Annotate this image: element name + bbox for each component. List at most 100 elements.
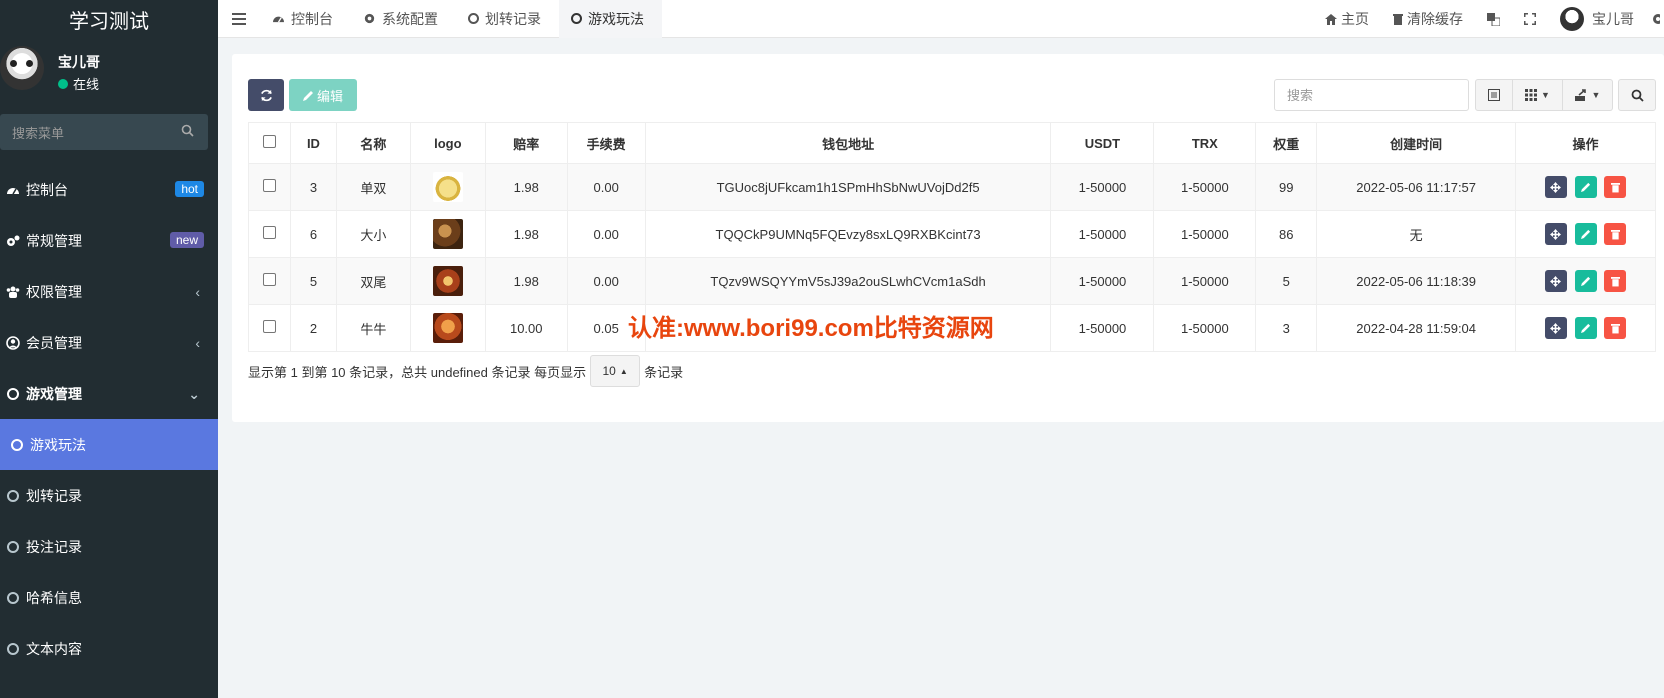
- game-logo-image[interactable]: [432, 219, 463, 249]
- cell-weight: 5: [1255, 257, 1318, 305]
- column-header[interactable]: 名称: [335, 122, 411, 164]
- row-checkbox[interactable]: [248, 210, 291, 258]
- cogs-icon: [6, 234, 20, 248]
- toggle-view-button[interactable]: [1475, 79, 1513, 111]
- sidebar-item-text[interactable]: 文本内容: [0, 623, 218, 674]
- clear-cache-label: 清除缓存: [1407, 11, 1463, 27]
- sidebar-item-dashboard[interactable]: 控制台 hot: [0, 164, 218, 215]
- column-header[interactable]: 权重: [1255, 122, 1318, 164]
- refresh-button[interactable]: [248, 79, 284, 111]
- caret-down-icon: ▼: [1541, 90, 1550, 100]
- row-checkbox[interactable]: [248, 163, 291, 211]
- cell-fee: 0.00: [566, 210, 646, 258]
- sidebar-item-hash[interactable]: 哈希信息: [0, 572, 218, 623]
- cell-weight: 3: [1255, 304, 1318, 352]
- column-header[interactable]: 钱包地址: [644, 122, 1052, 164]
- cell-odds: 1.98: [484, 210, 568, 258]
- delete-row-button[interactable]: [1604, 270, 1627, 292]
- top-right-actions: 主页 清除缓存 宝儿哥: [1313, 0, 1664, 38]
- columns-button[interactable]: ▼: [1513, 79, 1563, 111]
- user-menu[interactable]: 宝儿哥: [1548, 0, 1646, 38]
- page-size-dropdown[interactable]: 10 ▲: [590, 355, 641, 387]
- cell-fee: 0.00: [566, 257, 646, 305]
- sidebar-item-label: 哈希信息: [26, 589, 82, 606]
- row-checkbox[interactable]: [248, 257, 291, 305]
- tab-system-config[interactable]: 系统配置: [351, 0, 456, 38]
- settings-gear-icon[interactable]: [1646, 0, 1664, 38]
- circle-icon: [6, 387, 20, 401]
- column-header[interactable]: 手续费: [566, 122, 646, 164]
- tab-transfer-records[interactable]: 划转记录: [456, 0, 559, 38]
- delete-row-button[interactable]: [1604, 317, 1627, 339]
- edit-row-button[interactable]: [1574, 270, 1597, 292]
- trash-icon: [1610, 323, 1620, 333]
- circle-icon: [571, 13, 582, 24]
- brand-title[interactable]: 学习测试: [0, 0, 218, 38]
- online-dot-icon: [58, 78, 68, 89]
- sidebar-item-game[interactable]: 游戏管理 ⌄: [0, 368, 218, 419]
- sidebar-item-bet[interactable]: 投注记录: [0, 521, 218, 572]
- sidebar-item-label: 常规管理: [26, 232, 82, 249]
- game-logo-image[interactable]: [432, 313, 463, 343]
- cell-name: 牛牛: [335, 304, 411, 352]
- delete-row-button[interactable]: [1604, 176, 1627, 198]
- table-row[interactable]: 6 大小 1.98 0.00 TQQCkP9UMNq5FQEvzy8sxLQ9R…: [248, 210, 1656, 258]
- content-panel: 编辑 ▼ ▼ ID 名称 logo 赔率 手续费: [232, 54, 1664, 422]
- tab-label: 划转记录: [485, 10, 541, 27]
- edit-row-button[interactable]: [1574, 223, 1597, 245]
- sidebar-search-placeholder: 搜索菜单: [12, 125, 65, 141]
- move-button[interactable]: [1544, 317, 1567, 339]
- edit-button[interactable]: 编辑: [289, 79, 357, 111]
- table-row[interactable]: 5 双尾 1.98 0.00 TQzv9WSQYYmV5sJ39a2ouSLwh…: [248, 257, 1656, 305]
- column-header[interactable]: 赔率: [484, 122, 568, 164]
- column-header[interactable]: TRX: [1153, 122, 1257, 164]
- sidebar-item-transfer[interactable]: 划转记录: [0, 470, 218, 521]
- table-search-input[interactable]: [1274, 79, 1469, 111]
- watermark-text: 认准:www.bori99.com比特资源网: [628, 315, 994, 342]
- home-link[interactable]: 主页: [1313, 0, 1381, 38]
- sidebar-item-label: 划转记录: [26, 487, 82, 504]
- column-header[interactable]: logo: [409, 122, 486, 164]
- tab-game-play[interactable]: 游戏玩法: [559, 0, 662, 38]
- sidebar-item-label: 会员管理: [26, 334, 82, 351]
- circle-icon: [468, 13, 479, 24]
- sidebar-item-general[interactable]: 常规管理 new: [0, 215, 218, 266]
- column-header[interactable]: ID: [289, 122, 337, 164]
- search-icon[interactable]: [181, 124, 194, 140]
- row-checkbox[interactable]: [248, 304, 291, 352]
- column-header[interactable]: USDT: [1050, 122, 1155, 164]
- clear-cache-button[interactable]: 清除缓存: [1381, 0, 1475, 38]
- advanced-search-button[interactable]: [1618, 79, 1656, 111]
- menu-toggle-icon[interactable]: [218, 0, 260, 38]
- move-button[interactable]: [1544, 270, 1567, 292]
- move-button[interactable]: [1544, 176, 1567, 198]
- game-logo-image[interactable]: [432, 172, 463, 202]
- column-header[interactable]: 创建时间: [1316, 122, 1517, 164]
- fullscreen-icon[interactable]: [1512, 0, 1548, 38]
- cell-logo: [409, 210, 486, 258]
- sidebar-item-game-play[interactable]: 游戏玩法: [0, 419, 218, 470]
- pencil-icon: [1580, 229, 1590, 239]
- pagination-summary: 显示第 1 到第 10 条记录，总共 undefined 条记录 每页显示: [248, 364, 587, 380]
- page-size-value: 10: [602, 364, 616, 378]
- cell-name: 双尾: [335, 257, 411, 305]
- game-logo-image[interactable]: [432, 266, 463, 296]
- cell-wallet: TGUoc8jUFkcam1h1SPmHhSbNwUVojDd2f5: [644, 163, 1052, 211]
- table-row[interactable]: 3 单双 1.98 0.00 TGUoc8jUFkcam1h1SPmHhSbNw…: [248, 163, 1656, 211]
- dashboard-icon: [6, 183, 20, 197]
- edit-row-button[interactable]: [1574, 317, 1597, 339]
- export-button[interactable]: ▼: [1563, 79, 1613, 111]
- arrows-icon: [1550, 322, 1562, 334]
- new-badge: new: [169, 232, 204, 248]
- cell-logo: [409, 163, 486, 211]
- edit-row-button[interactable]: [1574, 176, 1597, 198]
- move-button[interactable]: [1544, 223, 1567, 245]
- delete-row-button[interactable]: [1604, 223, 1627, 245]
- tab-dashboard[interactable]: 控制台: [260, 0, 351, 38]
- select-all-checkbox[interactable]: [248, 122, 291, 164]
- sidebar-item-member[interactable]: 会员管理 ‹: [0, 317, 218, 368]
- sidebar-item-permission[interactable]: 权限管理 ‹: [0, 266, 218, 317]
- sidebar-search-input[interactable]: 搜索菜单: [0, 114, 208, 150]
- translate-icon[interactable]: [1475, 0, 1512, 38]
- chevron-left-icon: ‹: [195, 335, 200, 351]
